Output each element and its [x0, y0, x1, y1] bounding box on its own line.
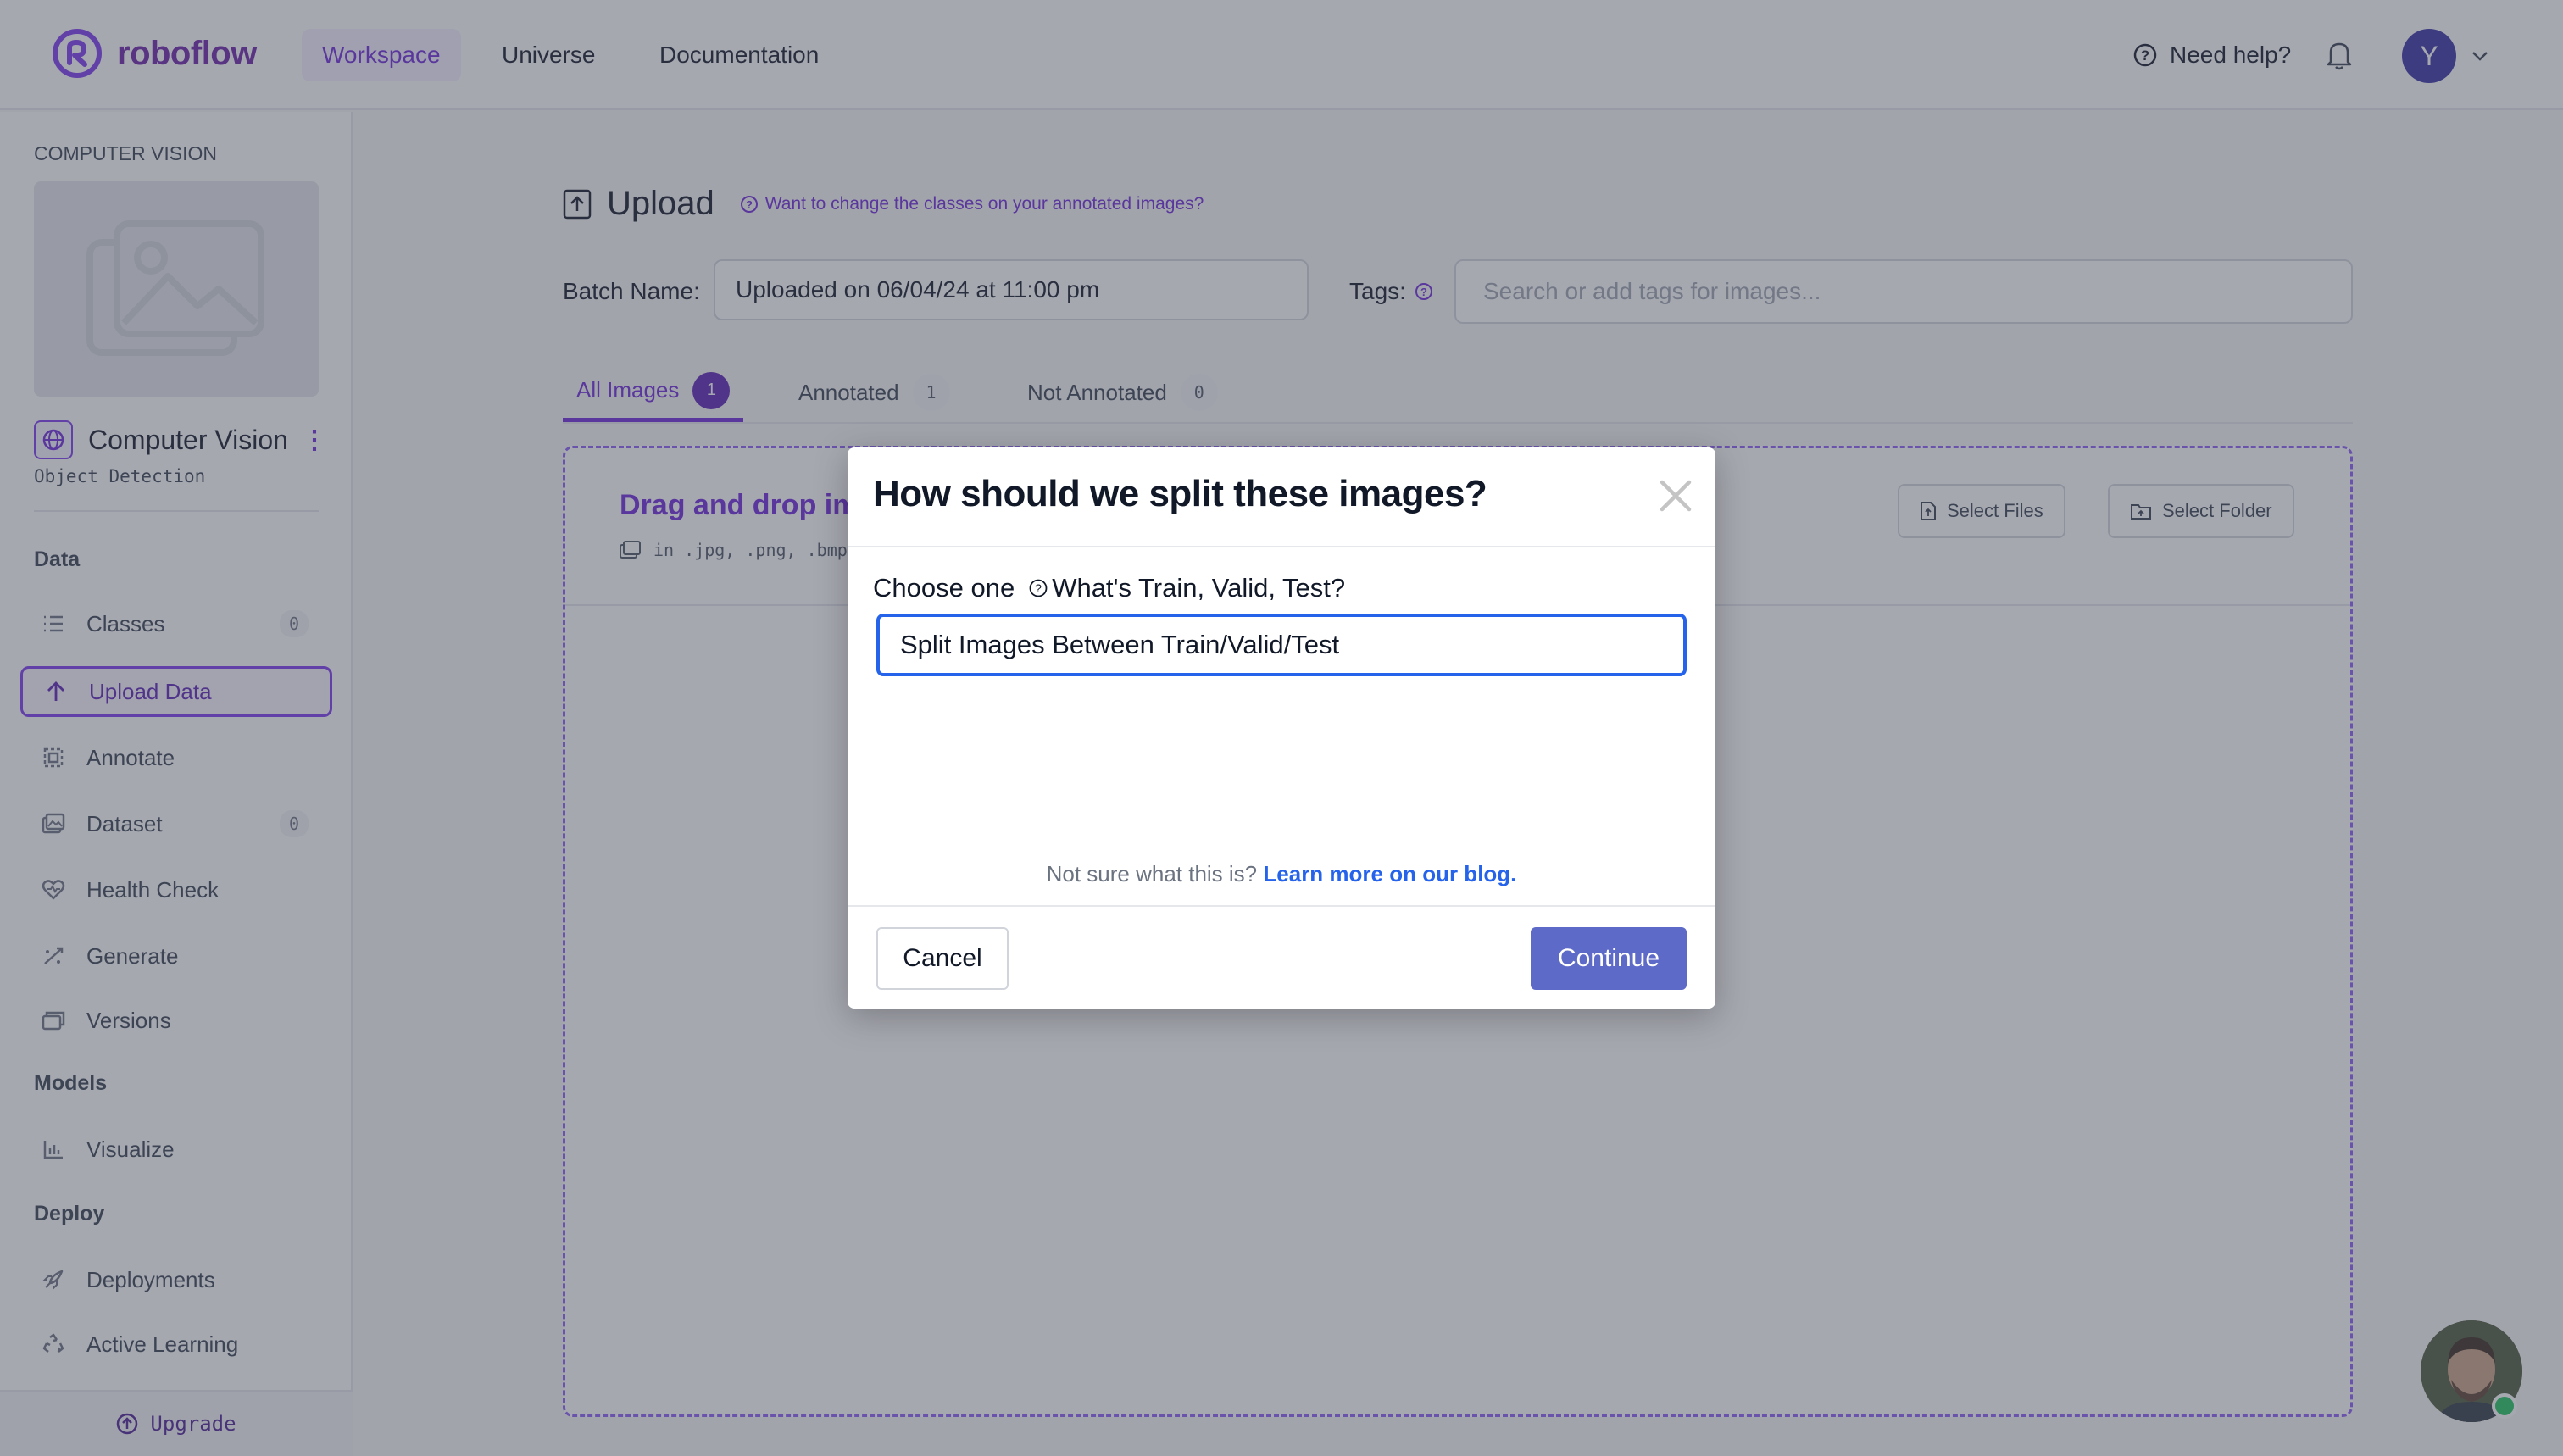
note-text: Not sure what this is? — [1046, 861, 1258, 886]
learn-more-link[interactable]: Learn more on our blog. — [1263, 861, 1516, 886]
split-slider[interactable]: Train70%Valid20%Test10% — [848, 447, 1715, 685]
modal-footer-divider — [848, 905, 1715, 907]
continue-button[interactable]: Continue — [1531, 927, 1687, 990]
learn-more-note: Not sure what this is? Learn more on our… — [848, 861, 1715, 887]
cancel-button[interactable]: Cancel — [876, 927, 1009, 990]
